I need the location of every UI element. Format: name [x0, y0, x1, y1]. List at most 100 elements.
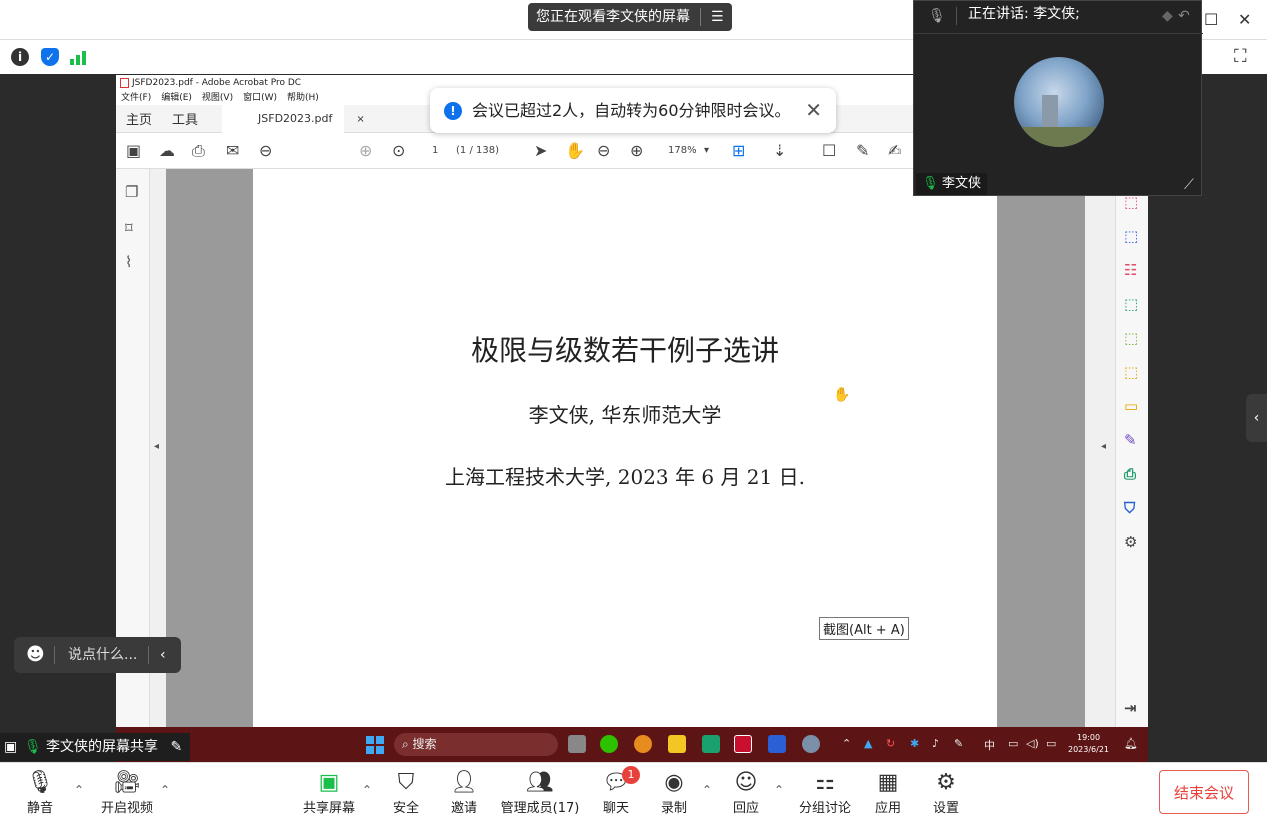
resize-handle-icon[interactable]: ⟋: [1184, 177, 1194, 193]
record-options-icon[interactable]: ⌃: [702, 783, 712, 797]
tray-bluetooth-icon[interactable]: ✱: [910, 737, 919, 750]
browser-icon[interactable]: [634, 735, 652, 753]
highlight-pen-icon[interactable]: ✎: [856, 141, 869, 160]
acrobat-taskbar-icon[interactable]: [734, 735, 752, 753]
video-options-icon[interactable]: ⌃: [160, 783, 170, 797]
restore-window-icon[interactable]: ☐: [1204, 10, 1218, 29]
toast-close-icon[interactable]: ✕: [805, 88, 822, 133]
email-icon[interactable]: ✉: [226, 141, 239, 160]
page-thumbnails-icon[interactable]: ❐: [125, 183, 138, 201]
wechat-icon[interactable]: [600, 735, 618, 753]
taskbar-search[interactable]: ⌕ 搜索: [394, 733, 558, 756]
zoom-dropdown-icon[interactable]: ▾: [704, 145, 709, 156]
tray-ime[interactable]: 中: [984, 737, 995, 753]
end-meeting-button[interactable]: 结束会议: [1159, 770, 1249, 814]
zoom-select[interactable]: 178%: [668, 145, 697, 156]
sign-icon[interactable]: ✍: [888, 141, 901, 160]
invite-button[interactable]: 👤︎ 邀请: [444, 769, 484, 816]
annotate-pencil-icon[interactable]: ✎: [170, 739, 182, 755]
attachment-icon[interactable]: ⌇: [125, 253, 132, 271]
settings-taskbar-icon[interactable]: [802, 735, 820, 753]
share-options-icon[interactable]: ⌃: [362, 783, 372, 797]
view-options-icon[interactable]: ☰: [711, 3, 724, 31]
windows-start-icon[interactable]: [366, 736, 384, 758]
quick-chat-bubble[interactable]: ☻ 说点什么... ‹: [14, 637, 181, 673]
viewing-banner[interactable]: 您正在观看李文侠的屏幕 ☰: [528, 3, 732, 31]
audio-options-icon[interactable]: ⌃: [74, 783, 84, 797]
menu-help[interactable]: 帮助(H): [287, 91, 319, 105]
tray-sync-icon[interactable]: ↻: [886, 737, 895, 750]
fill-sign-icon[interactable]: ✎: [1124, 431, 1137, 449]
protect-icon[interactable]: ⛉: [1124, 499, 1135, 517]
zoom-in-icon[interactable]: ⊕: [630, 141, 643, 160]
collapse-chat-icon[interactable]: ‹: [160, 637, 166, 673]
combine-files-icon[interactable]: ⬚: [1124, 329, 1138, 347]
organize-pages-icon[interactable]: ☷: [1124, 261, 1137, 279]
upload-icon[interactable]: ☁: [159, 141, 175, 160]
create-pdf-icon[interactable]: ⬚: [1124, 227, 1138, 245]
close-window-icon[interactable]: ✕: [1238, 10, 1251, 29]
emoji-icon[interactable]: ☻: [26, 637, 45, 673]
tray-notification-icon[interactable]: 🔔︎: [1124, 737, 1138, 750]
tray-battery-icon[interactable]: ▭: [1046, 737, 1056, 750]
tab-home[interactable]: 主页: [116, 109, 162, 128]
file-explorer-icon[interactable]: [668, 735, 686, 753]
comment-tool-icon[interactable]: ▭: [1124, 397, 1138, 415]
zoom-out-icon[interactable]: ⊖: [597, 141, 610, 160]
next-page-icon[interactable]: ⊙: [392, 141, 405, 160]
apps-button[interactable]: ▦ 应用: [868, 769, 908, 816]
tab-close-icon[interactable]: ×: [356, 114, 364, 125]
menu-view[interactable]: 视图(V): [202, 91, 233, 105]
hand-tool-icon[interactable]: ✋: [565, 141, 585, 160]
select-cursor-icon[interactable]: ➤: [534, 141, 547, 160]
taskbar-clock[interactable]: 19:00 2023/6/21: [1068, 732, 1109, 756]
page-number-input[interactable]: 1: [432, 145, 438, 156]
bookmark-icon[interactable]: ⌑: [125, 219, 133, 237]
right-pane-divider[interactable]: ◂: [1085, 169, 1115, 727]
scroll-mode-icon[interactable]: ⇣: [773, 141, 786, 160]
mute-button[interactable]: 🎙︎ 静音: [20, 769, 60, 816]
undo-arrow-icon[interactable]: ↶: [1178, 3, 1190, 29]
more-tools-icon[interactable]: ⚙: [1124, 533, 1137, 551]
tab-tools[interactable]: 工具: [162, 109, 208, 128]
collapse-tools-icon[interactable]: ⇥: [1124, 699, 1137, 717]
breakout-button[interactable]: ⚏ 分组讨论: [796, 769, 854, 816]
fit-page-icon[interactable]: ⊞: [732, 141, 745, 160]
menu-file[interactable]: 文件(F): [121, 91, 151, 105]
media-player-icon[interactable]: [702, 735, 720, 753]
reaction-options-icon[interactable]: ⌃: [774, 783, 784, 797]
tray-pen-icon[interactable]: ✎: [954, 737, 963, 750]
pin-icon[interactable]: ◆: [1162, 3, 1173, 29]
share-screen-button[interactable]: ▣ 共享屏幕: [298, 769, 360, 816]
tray-volume-icon[interactable]: ◁): [1026, 737, 1039, 750]
rich-media-icon[interactable]: ⬚: [1124, 363, 1138, 381]
collapse-right-pane-icon[interactable]: ◂: [1101, 441, 1106, 452]
comment-icon[interactable]: ☐: [822, 141, 836, 160]
meeting-taskbar-icon[interactable]: [768, 735, 786, 753]
tray-mic-icon[interactable]: ♪: [932, 737, 939, 750]
menu-edit[interactable]: 编辑(E): [161, 91, 192, 105]
save-icon[interactable]: ▣: [126, 141, 141, 160]
reactions-button[interactable]: ☺ 回应: [726, 769, 766, 816]
print-icon[interactable]: ⎙: [192, 141, 205, 161]
tab-document[interactable]: JSFD2023.pdf ×: [222, 104, 365, 133]
tray-meeting-icon[interactable]: ▲: [864, 737, 872, 750]
settings-button[interactable]: ⚙ 设置: [926, 769, 966, 816]
collapse-panel-handle[interactable]: ‹: [1246, 394, 1267, 442]
start-video-button[interactable]: 🎥︎ 开启视频: [96, 769, 158, 816]
zoom-search-icon[interactable]: ⊖: [259, 141, 272, 160]
signal-strength-icon[interactable]: [70, 50, 88, 65]
prev-page-icon[interactable]: ⊕: [359, 141, 372, 160]
task-view-icon[interactable]: [568, 735, 586, 753]
expand-left-pane-icon[interactable]: ◂: [154, 441, 159, 452]
participants-button[interactable]: 👥︎ 管理成员(17): [500, 769, 580, 816]
meeting-info-icon[interactable]: i: [11, 48, 29, 66]
tray-display-icon[interactable]: ▭: [1008, 737, 1018, 750]
tray-expand-icon[interactable]: ⌃: [842, 737, 851, 750]
video-panel[interactable]: 🎙︎ 正在讲话: 李文侠; ◆ ↶ 🎙︎ 李文侠 ⟋: [913, 0, 1203, 196]
edit-pdf-icon[interactable]: ⬚: [1124, 295, 1138, 313]
print-production-icon[interactable]: ⎙: [1124, 465, 1136, 483]
encryption-shield-icon[interactable]: ✓: [41, 48, 59, 66]
menu-window[interactable]: 窗口(W): [243, 91, 277, 105]
record-button[interactable]: ◉ 录制: [654, 769, 694, 816]
